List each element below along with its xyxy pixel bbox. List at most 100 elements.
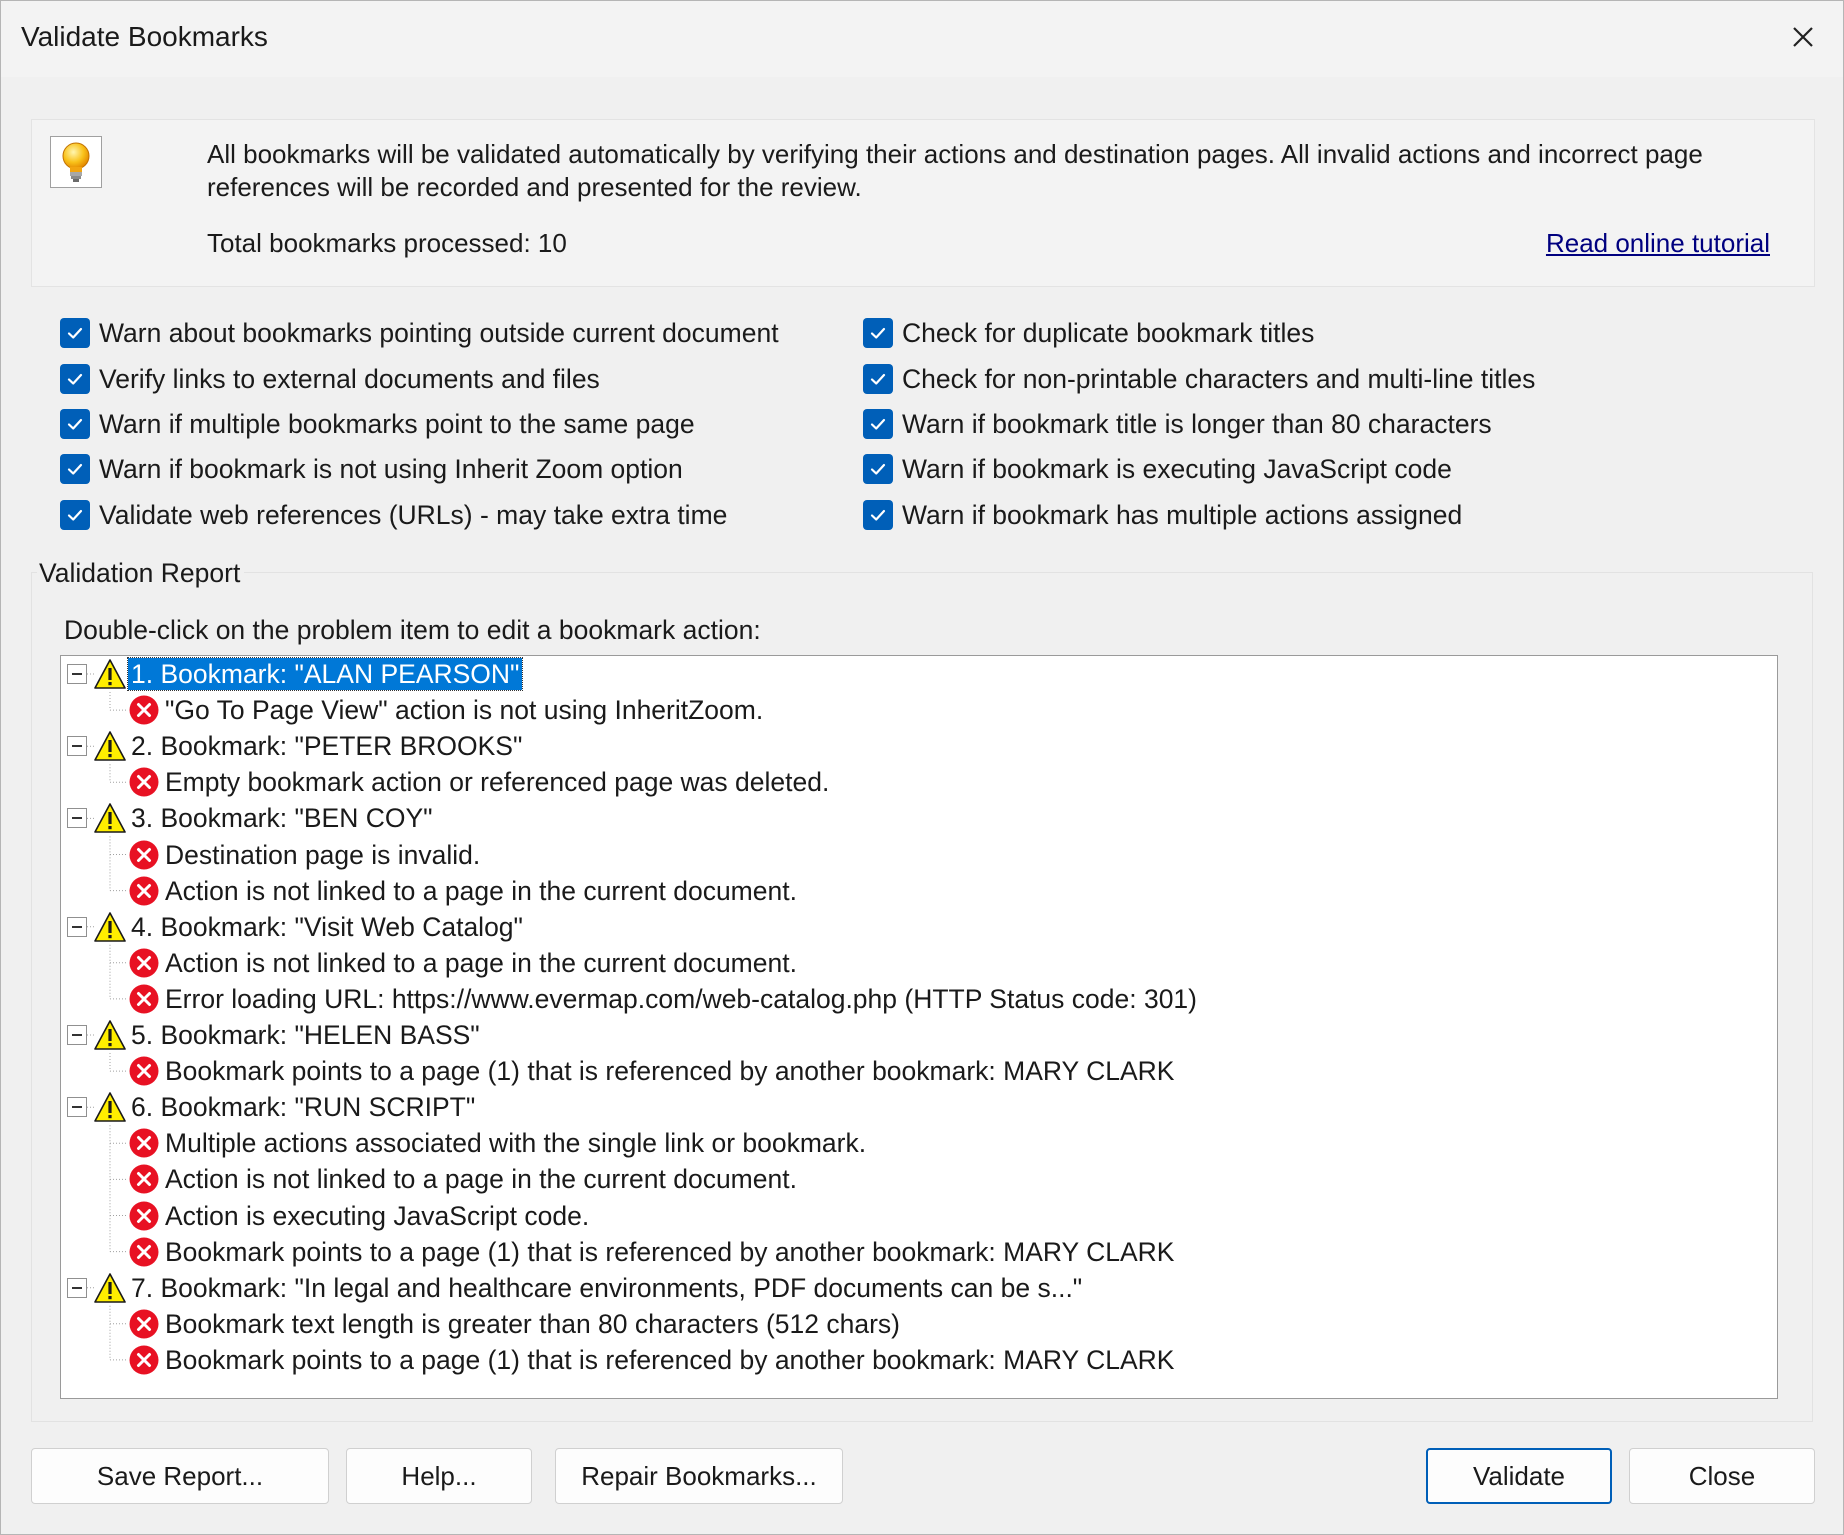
bookmark-item[interactable]: 4. Bookmark: "Visit Web Catalog"	[94, 909, 526, 945]
report-tree[interactable]: 1. Bookmark: "ALAN PEARSON" "Go To Page V…	[60, 655, 1778, 1399]
problem-item[interactable]: Action is not linked to a page in the cu…	[128, 1161, 800, 1197]
collapse-toggle[interactable]	[67, 1277, 87, 1298]
problem-item[interactable]: Bookmark points to a page (1) that is re…	[128, 1234, 1177, 1270]
validation-report-label: Validation Report	[37, 558, 245, 589]
bookmark-item[interactable]: 5. Bookmark: "HELEN BASS"	[94, 1017, 483, 1053]
window-title: Validate Bookmarks	[21, 21, 268, 52]
checkbox[interactable]	[863, 454, 893, 484]
checkmark-icon	[870, 509, 886, 521]
bookmark-title: 1. Bookmark: "ALAN PEARSON"	[126, 657, 524, 691]
problem-item[interactable]: "Go To Page View" action is not using In…	[128, 692, 766, 728]
bookmark-item[interactable]: 7. Bookmark: "In legal and healthcare en…	[94, 1270, 1085, 1306]
option-label: Check for duplicate bookmark titles	[902, 317, 1315, 348]
bookmark-title: 3. Bookmark: "BEN COY"	[131, 803, 433, 834]
lightbulb-icon	[50, 136, 102, 188]
error-icon	[129, 1056, 159, 1086]
option-left-1[interactable]: Warn about bookmarks pointing outside cu…	[60, 315, 779, 351]
problem-item[interactable]: Error loading URL: https://www.evermap.c…	[128, 981, 1200, 1017]
error-icon	[129, 876, 159, 906]
bookmark-item[interactable]: 2. Bookmark: "PETER BROOKS"	[94, 728, 525, 764]
problem-item[interactable]: Bookmark text length is greater than 80 …	[128, 1306, 903, 1342]
option-left-3[interactable]: Warn if multiple bookmarks point to the …	[60, 406, 695, 442]
option-left-5[interactable]: Validate web references (URLs) - may tak…	[60, 497, 727, 533]
bookmarks-processed-count: Total bookmarks processed: 10	[207, 228, 567, 258]
bookmark-title: 7. Bookmark: "In legal and healthcare en…	[131, 1272, 1083, 1303]
problem-text: Bookmark points to a page (1) that is re…	[165, 1344, 1175, 1375]
checkbox[interactable]	[863, 500, 893, 530]
option-label: Check for non-printable characters and m…	[902, 363, 1536, 394]
error-icon	[129, 695, 159, 725]
option-left-4[interactable]: Warn if bookmark is not using Inherit Zo…	[60, 451, 683, 487]
error-icon	[129, 948, 159, 978]
checkmark-icon	[67, 463, 83, 475]
problem-text: Action is not linked to a page in the cu…	[165, 875, 797, 906]
problem-item[interactable]: Bookmark points to a page (1) that is re…	[128, 1342, 1177, 1378]
collapse-toggle[interactable]	[67, 664, 87, 684]
title-bar: Validate Bookmarks	[1, 1, 1843, 77]
checkbox[interactable]	[60, 409, 90, 439]
checkmark-icon	[67, 509, 83, 521]
bookmark-item[interactable]: 3. Bookmark: "BEN COY"	[94, 800, 436, 836]
checkbox[interactable]	[60, 318, 90, 348]
collapse-toggle[interactable]	[67, 916, 87, 937]
bookmark-item[interactable]: 1. Bookmark: "ALAN PEARSON"	[94, 656, 524, 692]
option-right-3[interactable]: Warn if bookmark title is longer than 80…	[863, 406, 1492, 442]
option-right-1[interactable]: Check for duplicate bookmark titles	[863, 315, 1314, 351]
option-label: Warn if bookmark title is longer than 80…	[902, 408, 1492, 439]
option-right-4[interactable]: Warn if bookmark is executing JavaScript…	[863, 451, 1452, 487]
problem-text: Error loading URL: https://www.evermap.c…	[165, 983, 1197, 1014]
validate-button[interactable]: Validate	[1426, 1448, 1612, 1504]
problem-text: Bookmark text length is greater than 80 …	[165, 1308, 900, 1339]
info-panel: All bookmarks will be validated automati…	[31, 119, 1815, 287]
problem-item[interactable]: Bookmark points to a page (1) that is re…	[128, 1053, 1177, 1089]
collapse-toggle[interactable]	[67, 1097, 87, 1118]
checkbox[interactable]	[60, 364, 90, 394]
bookmark-item[interactable]: 6. Bookmark: "RUN SCRIPT"	[94, 1089, 478, 1125]
error-icon	[129, 840, 159, 869]
tutorial-link[interactable]: Read online tutorial	[1546, 228, 1770, 259]
error-icon	[129, 1128, 159, 1158]
checkbox[interactable]	[863, 409, 893, 439]
problem-item[interactable]: Destination page is invalid.	[128, 837, 483, 873]
option-left-2[interactable]: Verify links to external documents and f…	[60, 361, 600, 397]
problem-text: Empty bookmark action or referenced page…	[165, 767, 830, 798]
bookmark-title: 5. Bookmark: "HELEN BASS"	[131, 1020, 480, 1050]
bookmark-title: 4. Bookmark: "Visit Web Catalog"	[131, 911, 523, 942]
collapse-toggle[interactable]	[67, 736, 87, 757]
checkbox[interactable]	[863, 364, 893, 394]
checkbox[interactable]	[60, 500, 90, 530]
error-icon	[129, 767, 159, 797]
close-button[interactable]: Close	[1629, 1448, 1815, 1504]
problem-item[interactable]: Action is not linked to a page in the cu…	[128, 945, 800, 981]
error-icon	[129, 1309, 159, 1339]
problem-item[interactable]: Action is not linked to a page in the cu…	[128, 873, 800, 909]
checkbox[interactable]	[60, 454, 90, 484]
warning-icon	[94, 731, 126, 761]
option-right-5[interactable]: Warn if bookmark has multiple actions as…	[863, 497, 1462, 533]
checkmark-icon	[870, 463, 886, 475]
problem-item[interactable]: Multiple actions associated with the sin…	[128, 1125, 869, 1161]
option-label: Warn about bookmarks pointing outside cu…	[99, 317, 779, 348]
problem-item[interactable]: Action is executing JavaScript code.	[128, 1198, 592, 1234]
help-button[interactable]: Help...	[346, 1448, 532, 1504]
error-icon	[129, 1345, 159, 1375]
checkbox[interactable]	[863, 318, 893, 348]
error-icon	[129, 984, 159, 1014]
validate-bookmarks-dialog: Validate Bookmarks All bookmarks will be…	[0, 0, 1844, 1535]
warning-icon	[94, 1092, 126, 1122]
save-report-button[interactable]: Save Report...	[31, 1448, 329, 1504]
error-icon	[129, 1237, 159, 1267]
collapse-toggle[interactable]	[67, 1025, 87, 1045]
problem-item[interactable]: Empty bookmark action or referenced page…	[128, 764, 832, 800]
checkmark-icon	[67, 418, 83, 430]
close-icon[interactable]	[1785, 19, 1821, 55]
problem-text: Bookmark points to a page (1) that is re…	[165, 1056, 1175, 1087]
option-label: Warn if bookmark is executing JavaScript…	[902, 453, 1452, 484]
collapse-toggle[interactable]	[67, 808, 87, 829]
repair-bookmarks-button[interactable]: Repair Bookmarks...	[555, 1448, 843, 1504]
problem-text: Destination page is invalid.	[165, 839, 481, 870]
problem-text: Multiple actions associated with the sin…	[165, 1128, 867, 1159]
problem-text: Bookmark points to a page (1) that is re…	[165, 1236, 1175, 1267]
checkmark-icon	[67, 373, 83, 385]
option-right-2[interactable]: Check for non-printable characters and m…	[863, 361, 1535, 397]
